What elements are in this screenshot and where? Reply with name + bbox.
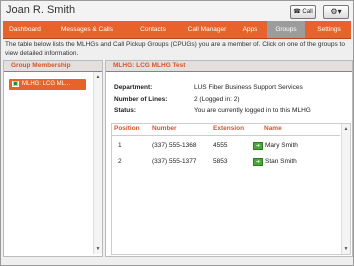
cell-extension: 4555 bbox=[213, 142, 228, 149]
presence-icon: ➜ bbox=[253, 142, 263, 150]
phone-icon: ☎ bbox=[293, 9, 301, 15]
main-nav: Dashboard Messages & Calls Contacts Call… bbox=[3, 21, 351, 39]
group-list-scrollbar[interactable]: ▲ ▼ bbox=[93, 72, 102, 254]
title-bar: Joan R. Smith ☎ Call ⚙▾ bbox=[1, 1, 353, 21]
app-window: Joan R. Smith ☎ Call ⚙▾ Dashboard Messag… bbox=[0, 0, 354, 266]
department-label: Department: bbox=[114, 84, 153, 91]
group-membership-title: Group Membership bbox=[4, 61, 102, 72]
cell-name: Mary Smith bbox=[265, 142, 298, 149]
department-value: LUS Fiber Business Support Services bbox=[194, 84, 303, 91]
cell-name: Stan Smith bbox=[265, 158, 297, 165]
col-header-position: Position bbox=[114, 125, 140, 132]
col-header-name: Name bbox=[264, 125, 282, 132]
tab-dashboard[interactable]: Dashboard bbox=[3, 21, 47, 38]
header-divider bbox=[112, 135, 340, 136]
cell-number: (337) 555-1368 bbox=[152, 142, 197, 149]
group-icon: ▣ bbox=[12, 81, 19, 87]
presence-icon: ➜ bbox=[253, 158, 263, 166]
gear-icon: ⚙▾ bbox=[330, 7, 342, 16]
tab-call-manager[interactable]: Call Manager bbox=[179, 21, 235, 38]
cell-position: 2 bbox=[118, 158, 122, 165]
cell-number: (337) 555-1377 bbox=[152, 158, 197, 165]
col-header-number: Number bbox=[152, 125, 177, 132]
cell-position: 1 bbox=[118, 142, 122, 149]
group-item[interactable]: ▣ MLHG: LCG ML... bbox=[9, 79, 86, 90]
scroll-up-icon[interactable]: ▲ bbox=[94, 73, 102, 81]
status-value: You are currently logged in to this MLHG bbox=[194, 107, 311, 114]
members-table: Position Number Extension Name 1 (337) 5… bbox=[111, 123, 351, 255]
group-membership-panel: Group Membership ▣ MLHG: LCG ML... ▲ ▼ bbox=[3, 60, 103, 257]
group-detail-title: MLHG: LCG MLHG Test bbox=[106, 61, 352, 72]
tab-apps[interactable]: Apps bbox=[235, 21, 265, 38]
tab-messages-calls[interactable]: Messages & Calls bbox=[47, 21, 127, 38]
group-detail-panel: MLHG: LCG MLHG Test Department: LUS Fibe… bbox=[105, 60, 353, 257]
call-button[interactable]: ☎ Call bbox=[290, 5, 316, 19]
col-header-extension: Extension bbox=[213, 125, 245, 132]
cell-extension: 5853 bbox=[213, 158, 228, 165]
settings-menu-button[interactable]: ⚙▾ bbox=[323, 5, 349, 19]
tab-contacts[interactable]: Contacts bbox=[127, 21, 179, 38]
members-scrollbar[interactable]: ▲ ▼ bbox=[341, 124, 350, 254]
intro-text: The table below lists the MLHGs and Call… bbox=[5, 41, 345, 57]
user-name: Joan R. Smith bbox=[6, 4, 76, 16]
lines-label: Number of Lines: bbox=[114, 96, 168, 103]
group-item-label: MLHG: LCG ML... bbox=[22, 81, 71, 87]
status-label: Status: bbox=[114, 107, 137, 114]
scroll-down-icon[interactable]: ▼ bbox=[94, 245, 102, 253]
scroll-down-icon[interactable]: ▼ bbox=[342, 245, 350, 253]
scroll-up-icon[interactable]: ▲ bbox=[342, 125, 350, 133]
lines-value: 2 (Logged in: 2) bbox=[194, 96, 240, 103]
tab-settings[interactable]: Settings bbox=[307, 21, 351, 38]
tab-groups[interactable]: Groups bbox=[267, 21, 305, 38]
call-button-label: Call bbox=[302, 9, 313, 15]
